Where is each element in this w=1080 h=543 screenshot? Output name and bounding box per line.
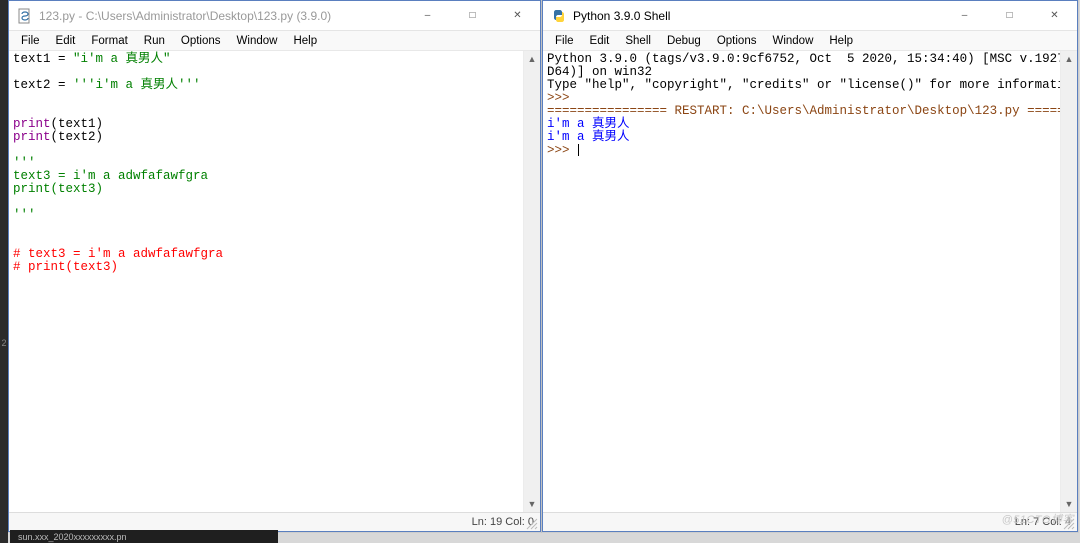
editor-window-controls: – □ ✕ bbox=[405, 1, 540, 30]
python-shell-icon bbox=[551, 8, 567, 24]
menu-run[interactable]: Run bbox=[136, 34, 173, 48]
close-button[interactable]: ✕ bbox=[495, 1, 540, 30]
shell-window-controls: – □ ✕ bbox=[942, 1, 1077, 30]
editor-scrollbar[interactable]: ▲ ▼ bbox=[523, 51, 540, 512]
menu-file[interactable]: File bbox=[13, 34, 48, 48]
menu-help[interactable]: Help bbox=[821, 34, 861, 48]
scroll-up-icon[interactable]: ▲ bbox=[1061, 51, 1077, 67]
shell-menubar: File Edit Shell Debug Options Window Hel… bbox=[543, 31, 1077, 51]
menu-shell[interactable]: Shell bbox=[617, 34, 659, 48]
shell-window: Python 3.9.0 Shell – □ ✕ File Edit Shell… bbox=[542, 0, 1078, 532]
editor-statusbar: Ln: 19 Col: 0 bbox=[9, 512, 540, 531]
shell-cursor bbox=[578, 144, 579, 156]
menu-edit[interactable]: Edit bbox=[582, 34, 618, 48]
shell-scrollbar[interactable]: ▲ ▼ bbox=[1060, 51, 1077, 512]
watermark: @51CTO博客 bbox=[1002, 511, 1074, 527]
menu-options[interactable]: Options bbox=[173, 34, 229, 48]
taskbar-snippet: sun.xxx_2020xxxxxxxxx.pn bbox=[10, 530, 278, 543]
editor-menubar: File Edit Format Run Options Window Help bbox=[9, 31, 540, 51]
editor-window: 123.py - C:\Users\Administrator\Desktop\… bbox=[8, 0, 541, 532]
resize-grip[interactable] bbox=[526, 517, 538, 529]
code-editor[interactable]: text1 = "i'm a 真男人" text2 = '''i'm a 真男人… bbox=[9, 51, 523, 512]
shell-statusbar: Ln: 7 Col: 4 bbox=[543, 512, 1077, 531]
shell-titlebar[interactable]: Python 3.9.0 Shell – □ ✕ bbox=[543, 1, 1077, 31]
scroll-up-icon[interactable]: ▲ bbox=[524, 51, 540, 67]
shell-body: Python 3.9.0 (tags/v3.9.0:9cf6752, Oct 5… bbox=[543, 51, 1077, 512]
minimize-button[interactable]: – bbox=[942, 1, 987, 30]
left-gutter: 2 bbox=[0, 0, 8, 543]
editor-body: text1 = "i'm a 真男人" text2 = '''i'm a 真男人… bbox=[9, 51, 540, 512]
menu-window[interactable]: Window bbox=[764, 34, 821, 48]
shell-output[interactable]: Python 3.9.0 (tags/v3.9.0:9cf6752, Oct 5… bbox=[543, 51, 1060, 512]
menu-options[interactable]: Options bbox=[709, 34, 765, 48]
minimize-button[interactable]: – bbox=[405, 1, 450, 30]
menu-debug[interactable]: Debug bbox=[659, 34, 709, 48]
menu-edit[interactable]: Edit bbox=[48, 34, 84, 48]
menu-format[interactable]: Format bbox=[83, 34, 135, 48]
maximize-button[interactable]: □ bbox=[987, 1, 1032, 30]
scroll-down-icon[interactable]: ▼ bbox=[524, 496, 540, 512]
editor-title: 123.py - C:\Users\Administrator\Desktop\… bbox=[39, 9, 405, 23]
editor-titlebar[interactable]: 123.py - C:\Users\Administrator\Desktop\… bbox=[9, 1, 540, 31]
shell-title: Python 3.9.0 Shell bbox=[573, 9, 942, 23]
maximize-button[interactable]: □ bbox=[450, 1, 495, 30]
scroll-down-icon[interactable]: ▼ bbox=[1061, 496, 1077, 512]
python-file-icon bbox=[17, 8, 33, 24]
menu-help[interactable]: Help bbox=[285, 34, 325, 48]
close-button[interactable]: ✕ bbox=[1032, 1, 1077, 30]
menu-window[interactable]: Window bbox=[229, 34, 286, 48]
menu-file[interactable]: File bbox=[547, 34, 582, 48]
editor-cursor-position: Ln: 19 Col: 0 bbox=[472, 516, 534, 528]
